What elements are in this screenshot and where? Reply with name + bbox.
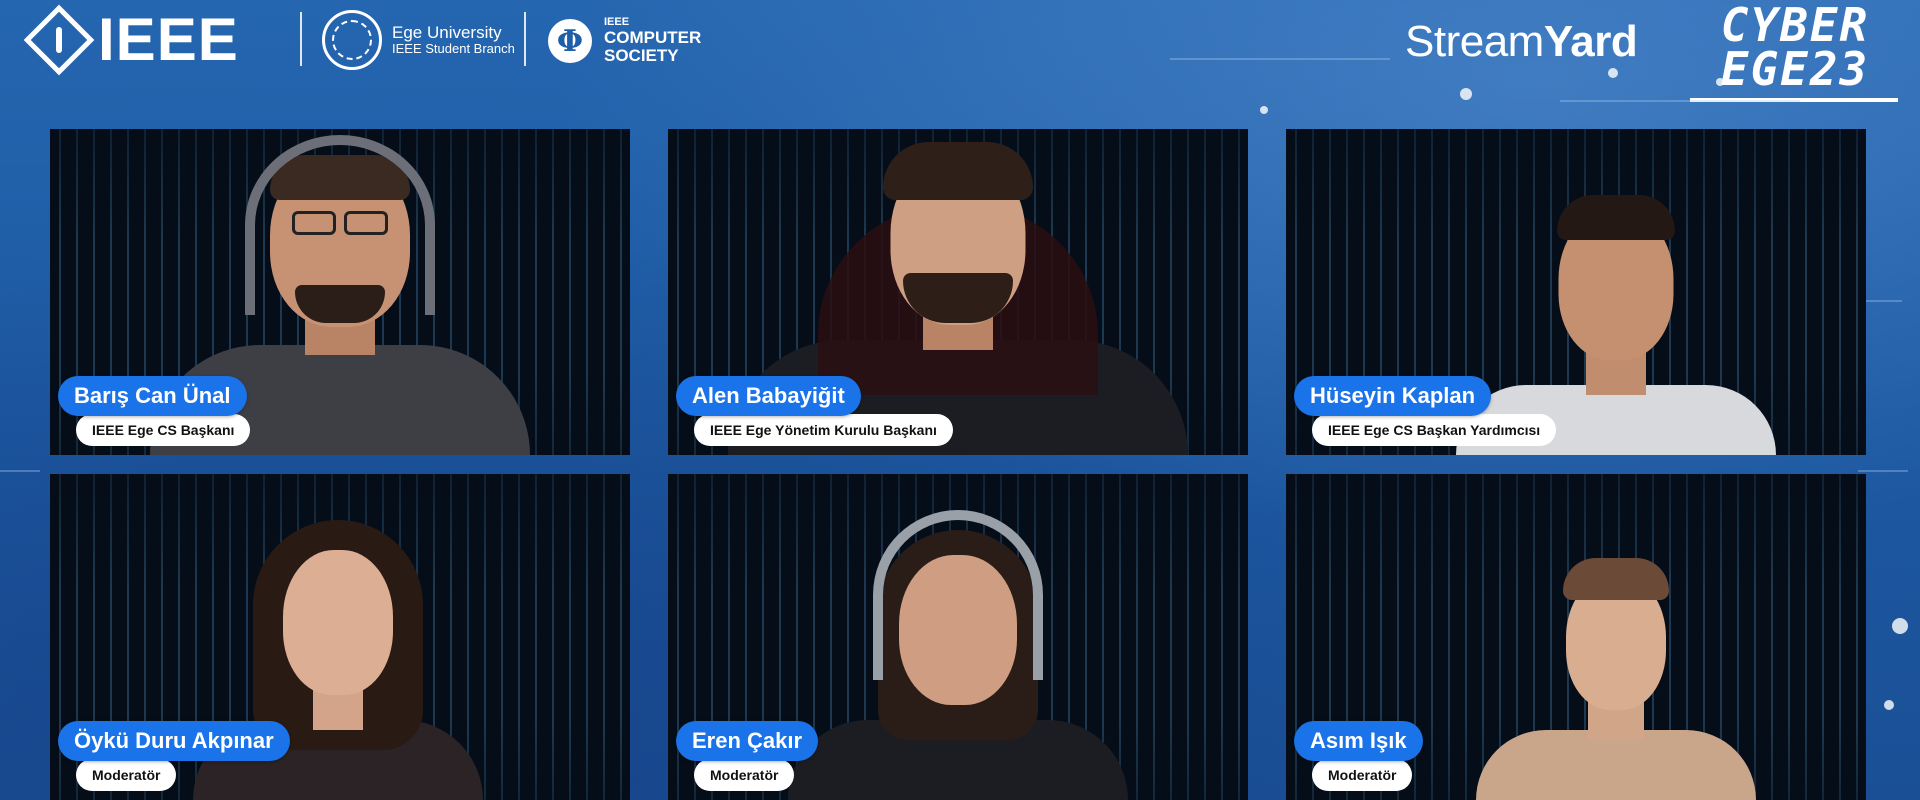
participant-title: IEEE Ege CS Başkan Yardımcısı bbox=[1312, 414, 1557, 446]
video-tile[interactable]: Hüseyin Kaplan IEEE Ege CS Başkan Yardım… bbox=[1286, 129, 1866, 455]
participant-name: Alen Babayiğit bbox=[676, 376, 861, 416]
decor-dot bbox=[1608, 68, 1618, 78]
header-separator bbox=[524, 12, 526, 66]
video-tile[interactable]: Eren Çakır Moderatör bbox=[668, 474, 1248, 800]
decor-dot bbox=[1716, 78, 1724, 86]
participant-title: Moderatör bbox=[1312, 759, 1413, 791]
ege-university-logo: Ege University IEEE Student Branch bbox=[322, 8, 515, 72]
decor-line bbox=[1862, 300, 1902, 302]
participant-name: Barış Can Ünal bbox=[58, 376, 247, 416]
video-tile[interactable]: Asım Işık Moderatör bbox=[1286, 474, 1866, 800]
participant-title: IEEE Ege CS Başkanı bbox=[76, 414, 251, 446]
participant-name: Asım Işık bbox=[1294, 721, 1423, 761]
decor-line bbox=[1858, 470, 1908, 472]
ege-university-name: Ege University bbox=[392, 22, 502, 42]
decor-line bbox=[0, 470, 40, 472]
participant-title: Moderatör bbox=[76, 759, 177, 791]
header-separator bbox=[300, 12, 302, 66]
participant-name: Öykü Duru Akpınar bbox=[58, 721, 290, 761]
header-bar: IEEE Ege University IEEE Student Branch … bbox=[0, 0, 1920, 102]
ege-student-branch: IEEE Student Branch bbox=[392, 41, 515, 57]
participant-name: Hüseyin Kaplan bbox=[1294, 376, 1492, 416]
decor-dot bbox=[1884, 700, 1894, 710]
decor-line bbox=[1560, 100, 1800, 102]
decor-dot bbox=[1460, 88, 1472, 100]
decor-dot bbox=[1260, 106, 1268, 114]
cs-line-3: SOCIETY bbox=[604, 45, 679, 65]
participant-title: Moderatör bbox=[694, 759, 795, 791]
ieee-diamond-icon bbox=[23, 4, 95, 76]
computer-society-icon: Φ bbox=[548, 19, 592, 63]
video-tile[interactable]: Öykü Duru Akpınar Moderatör bbox=[50, 474, 630, 800]
participant-name: Eren Çakır bbox=[676, 721, 819, 761]
streamyard-logo: StreamYard bbox=[1405, 17, 1638, 66]
computer-society-logo: Φ IEEE COMPUTER SOCIETY bbox=[548, 12, 701, 70]
ieee-logo: IEEE bbox=[23, 4, 239, 76]
video-tile[interactable]: Alen Babayiğit IEEE Ege Yönetim Kurulu B… bbox=[668, 129, 1248, 455]
ieee-wordmark: IEEE bbox=[98, 6, 239, 73]
streamyard-part2: Yard bbox=[1543, 17, 1638, 66]
streamyard-part1: Stream bbox=[1405, 17, 1544, 66]
decor-line bbox=[1170, 58, 1390, 60]
ege-seal-icon bbox=[322, 10, 382, 70]
video-tile[interactable]: Barış Can Ünal IEEE Ege CS Başkanı bbox=[50, 129, 630, 455]
participant-title: IEEE Ege Yönetim Kurulu Başkanı bbox=[694, 414, 953, 446]
cs-line-2: COMPUTER bbox=[604, 27, 702, 47]
decor-dot bbox=[1892, 618, 1908, 634]
